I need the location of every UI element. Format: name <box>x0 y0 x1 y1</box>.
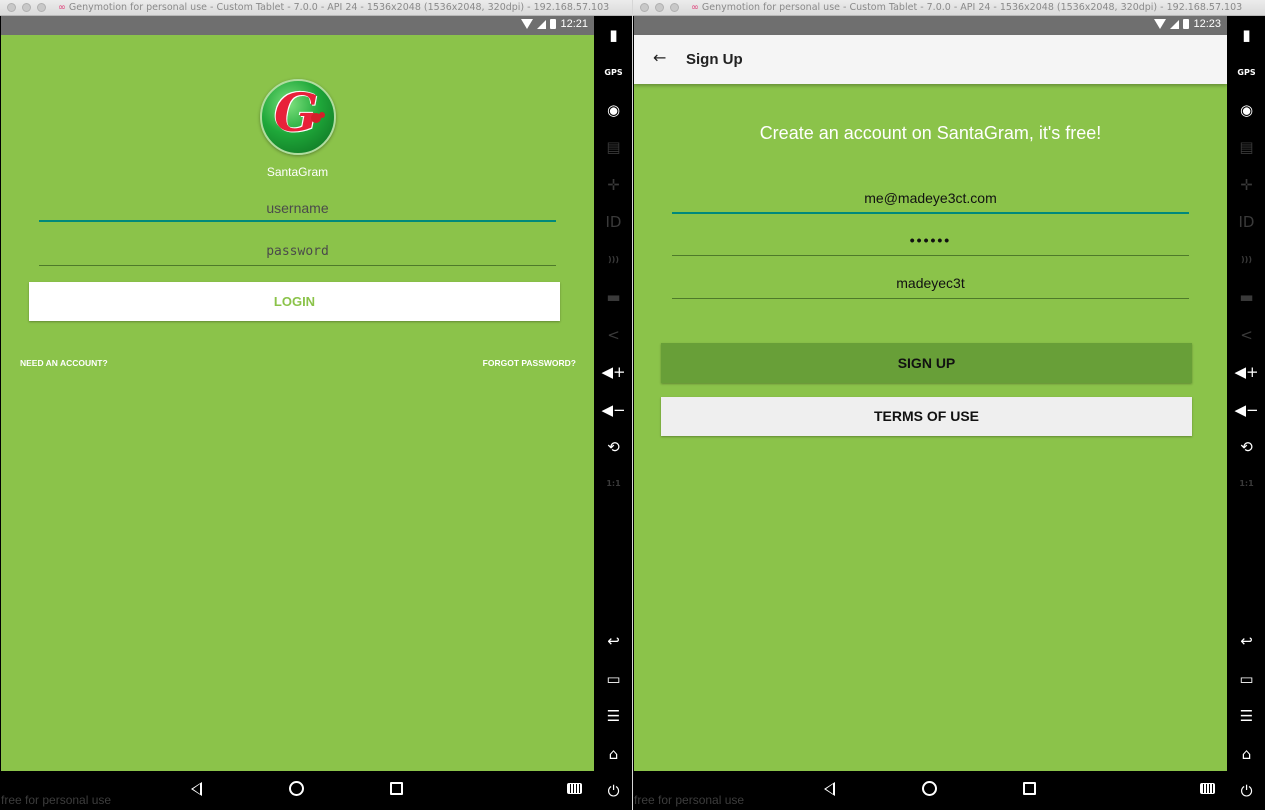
email-field[interactable]: me@madeye3ct.com <box>672 190 1189 214</box>
battery-icon[interactable]: ▮ <box>1228 25 1265 45</box>
volume-down-icon[interactable]: ◀− <box>1228 400 1265 420</box>
dpad-icon[interactable]: ✛ <box>595 175 632 195</box>
zoom-window-button[interactable] <box>37 3 46 12</box>
genymotion-logo-icon: ∞ <box>58 2 66 13</box>
window-titlebar[interactable]: ∞ Genymotion for personal use - Custom Ta… <box>633 0 1265 16</box>
minimize-window-button[interactable] <box>655 3 664 12</box>
home-icon[interactable]: ⌂ <box>1228 744 1265 764</box>
back-icon[interactable]: ↩ <box>595 631 632 651</box>
username-input[interactable]: username <box>39 200 556 222</box>
wifi-icon <box>521 19 534 29</box>
genymotion-side-panel: ▮ GPS ◉ ▤ ✛ ID))) ▬ < ◀+ ◀− ⟲ 1:1 ↩ ▭ ☰ ⌂ ⏻ <box>595 16 632 810</box>
window-controls <box>7 3 46 12</box>
genymotion-side-panel: ▮ GPS ◉ ▤ ✛ ID))) ▬ < ◀+ ◀− ⟲ 1:1 ↩ ▭ ☰ ⌂ ⏻ <box>1228 16 1265 810</box>
rotate-icon[interactable]: ⟲ <box>595 437 632 457</box>
back-icon[interactable]: ↩ <box>1228 631 1265 651</box>
volume-down-icon[interactable]: ◀− <box>595 400 632 420</box>
close-window-button[interactable] <box>640 3 649 12</box>
nav-recent-icon[interactable] <box>390 782 403 795</box>
sign-up-button[interactable]: SIGN UP <box>661 343 1192 383</box>
santagram-logo: G <box>260 79 336 155</box>
need-account-link[interactable]: NEED AN ACCOUNT? <box>20 358 108 368</box>
camera-icon[interactable]: ◉ <box>595 100 632 120</box>
volume-up-icon[interactable]: ◀+ <box>595 362 632 382</box>
power-icon[interactable]: ⏻ <box>595 781 632 801</box>
device-screen-signup: 12:23 ← Sign Up Create an account on San… <box>634 16 1227 771</box>
minimize-window-button[interactable] <box>22 3 31 12</box>
password-input[interactable]: password <box>39 244 556 266</box>
watermark-text: free for personal use <box>634 793 745 807</box>
signal-icon <box>537 19 547 29</box>
camera-icon[interactable]: ◉ <box>1228 100 1265 120</box>
battery-icon[interactable]: ▮ <box>595 25 632 45</box>
battery-status-icon <box>1183 19 1190 29</box>
nav-home-icon[interactable] <box>922 781 937 796</box>
network-icon[interactable]: ))) <box>1228 250 1265 270</box>
wifi-icon <box>1154 19 1167 29</box>
emulator-window-login: ∞ Genymotion for personal use - Custom Ta… <box>0 0 632 810</box>
rotate-icon[interactable]: ⟲ <box>1228 437 1265 457</box>
terms-of-use-button[interactable]: TERMS OF USE <box>661 397 1192 436</box>
nav-back-icon[interactable] <box>191 782 202 796</box>
id-icon[interactable]: ID <box>1228 212 1265 232</box>
password-field[interactable]: •••••• <box>672 232 1189 256</box>
keyboard-icon[interactable] <box>567 783 582 794</box>
network-icon[interactable]: ))) <box>595 250 632 270</box>
signal-icon <box>1170 19 1180 29</box>
recent-apps-icon[interactable]: ▭ <box>1228 669 1265 689</box>
forgot-password-link[interactable]: FORGOT PASSWORD? <box>483 358 576 368</box>
device-screen-login: 12:21 G SantaGram username password LOGI… <box>1 16 594 771</box>
android-nav-bar: free for personal use <box>1 771 594 810</box>
username-field[interactable]: madeyec3t <box>672 275 1189 299</box>
menu-icon[interactable]: ☰ <box>1228 706 1265 726</box>
holly-icon <box>311 113 321 123</box>
zoom-window-button[interactable] <box>670 3 679 12</box>
home-icon[interactable]: ⌂ <box>595 744 632 764</box>
window-controls <box>640 3 679 12</box>
capture-icon[interactable]: ▤ <box>595 137 632 157</box>
window-title: ∞ Genymotion for personal use - Custom Ta… <box>58 2 610 13</box>
id-icon[interactable]: ID <box>595 212 632 232</box>
nav-home-icon[interactable] <box>289 781 304 796</box>
menu-icon[interactable]: ☰ <box>595 706 632 726</box>
status-time: 12:23 <box>1193 18 1221 30</box>
keyboard-icon[interactable] <box>1200 783 1215 794</box>
close-window-button[interactable] <box>7 3 16 12</box>
emulator-window-signup: ∞ Genymotion for personal use - Custom Ta… <box>633 0 1265 810</box>
genymotion-logo-icon: ∞ <box>691 2 699 13</box>
nav-recent-icon[interactable] <box>1023 782 1036 795</box>
gps-icon[interactable]: GPS <box>1228 63 1265 83</box>
window-title: ∞ Genymotion for personal use - Custom Ta… <box>691 2 1243 13</box>
dpad-icon[interactable]: ✛ <box>1228 175 1265 195</box>
scale-icon[interactable]: 1:1 <box>1228 474 1265 494</box>
watermark-text: free for personal use <box>1 793 112 807</box>
login-button[interactable]: LOGIN <box>29 282 560 321</box>
recent-apps-icon[interactable]: ▭ <box>595 669 632 689</box>
status-bar: 12:21 <box>1 16 594 35</box>
sms-icon[interactable]: ▬ <box>595 287 632 307</box>
signup-heading: Create an account on SantaGram, it's fre… <box>759 123 1102 143</box>
capture-icon[interactable]: ▤ <box>1228 137 1265 157</box>
status-time: 12:21 <box>560 18 588 30</box>
share-icon[interactable]: < <box>1228 325 1265 345</box>
android-nav-bar: free for personal use <box>634 771 1227 810</box>
window-titlebar[interactable]: ∞ Genymotion for personal use - Custom Ta… <box>0 0 632 16</box>
gps-icon[interactable]: GPS <box>595 63 632 83</box>
volume-up-icon[interactable]: ◀+ <box>1228 362 1265 382</box>
app-name: SantaGram <box>266 165 329 179</box>
toolbar-title: Sign Up <box>686 51 743 68</box>
battery-status-icon <box>550 19 557 29</box>
nav-back-icon[interactable] <box>824 782 835 796</box>
sms-icon[interactable]: ▬ <box>1228 287 1265 307</box>
back-arrow-icon[interactable]: ← <box>653 48 666 67</box>
scale-icon[interactable]: 1:1 <box>595 474 632 494</box>
status-bar: 12:23 <box>634 16 1227 35</box>
power-icon[interactable]: ⏻ <box>1228 781 1265 801</box>
share-icon[interactable]: < <box>595 325 632 345</box>
app-toolbar: ← Sign Up <box>634 35 1227 84</box>
